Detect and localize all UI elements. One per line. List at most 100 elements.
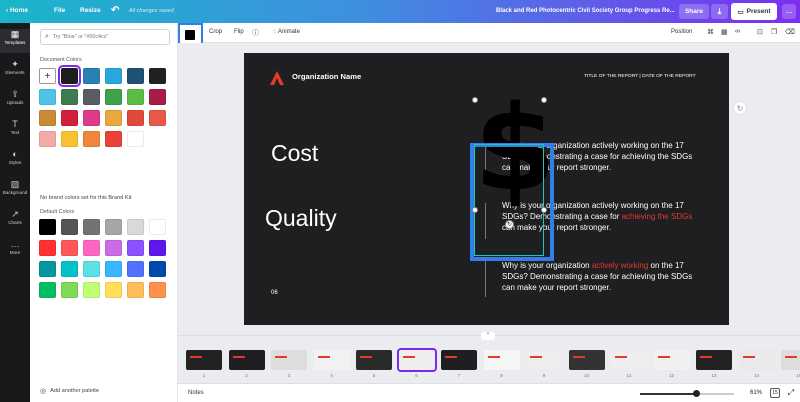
text-color-button[interactable] bbox=[178, 23, 203, 45]
color-swatch[interactable] bbox=[39, 261, 56, 277]
resize-handle-bottom-left[interactable] bbox=[472, 207, 478, 213]
color-swatch[interactable] bbox=[105, 261, 122, 277]
color-swatch[interactable] bbox=[105, 282, 122, 298]
color-swatch[interactable] bbox=[83, 110, 100, 126]
color-swatch[interactable] bbox=[127, 240, 144, 256]
color-swatch[interactable] bbox=[127, 131, 144, 147]
document-title[interactable]: Black and Red Photocentric Civil Society… bbox=[496, 8, 675, 14]
rail-item-charts[interactable]: ↗ Charts bbox=[0, 209, 30, 233]
zoom-percentage[interactable]: 61% bbox=[750, 390, 762, 396]
color-swatch[interactable] bbox=[127, 261, 144, 277]
rail-item-uploads[interactable]: ⇪ Uploads bbox=[0, 89, 30, 113]
info-icon[interactable]: ⓘ bbox=[252, 28, 259, 38]
color-swatch[interactable] bbox=[61, 131, 78, 147]
zoom-slider[interactable] bbox=[640, 390, 734, 397]
page-thumbnail[interactable] bbox=[441, 350, 477, 370]
rail-item-background[interactable]: ▨ Background bbox=[0, 179, 30, 203]
color-swatch[interactable] bbox=[83, 261, 100, 277]
more-options-button[interactable]: … bbox=[782, 4, 796, 19]
fullscreen-icon[interactable]: ⤢ bbox=[786, 388, 796, 398]
color-swatch[interactable] bbox=[83, 68, 100, 84]
page-count-button[interactable]: 15 bbox=[770, 388, 780, 398]
color-swatch[interactable] bbox=[61, 219, 78, 235]
color-swatch[interactable] bbox=[127, 282, 144, 298]
rail-item-elements[interactable]: ✦ Elements bbox=[0, 59, 30, 83]
resize-handle-top-left[interactable] bbox=[472, 97, 478, 103]
home-button[interactable]: ‹ Home bbox=[6, 7, 28, 14]
color-swatch[interactable] bbox=[83, 282, 100, 298]
color-swatch[interactable] bbox=[61, 110, 78, 126]
color-swatch[interactable] bbox=[149, 219, 166, 235]
color-swatch[interactable] bbox=[149, 110, 166, 126]
page-thumbnail[interactable] bbox=[653, 350, 690, 370]
color-swatch[interactable] bbox=[39, 282, 56, 298]
color-swatch[interactable] bbox=[39, 110, 56, 126]
paint-format-icon[interactable]: ⌘ bbox=[707, 28, 714, 36]
add-palette-button[interactable]: ◎ Add another palette bbox=[40, 387, 99, 395]
color-swatch[interactable] bbox=[39, 89, 56, 105]
rail-item-styles[interactable]: ◐ Styles bbox=[0, 149, 30, 173]
present-button[interactable]: ▭ Present bbox=[731, 3, 777, 20]
flip-button[interactable]: Flip bbox=[234, 29, 244, 35]
color-swatch[interactable] bbox=[149, 261, 166, 277]
color-search[interactable]: ⌕ bbox=[40, 29, 170, 45]
duplicate-icon[interactable]: ❐ bbox=[771, 28, 777, 36]
color-swatch[interactable] bbox=[61, 261, 78, 277]
color-swatch[interactable] bbox=[83, 240, 100, 256]
add-color-button[interactable]: + bbox=[39, 68, 56, 84]
color-swatch[interactable] bbox=[127, 219, 144, 235]
transparency-icon[interactable]: ▦ bbox=[721, 28, 728, 36]
page-thumbnail[interactable] bbox=[781, 350, 800, 370]
organization-name[interactable]: Organization Name bbox=[292, 72, 361, 81]
resize-handle-bottom-right[interactable] bbox=[541, 207, 547, 213]
color-search-input[interactable] bbox=[52, 34, 158, 40]
undo-icon[interactable]: ↶ bbox=[111, 5, 119, 16]
page-thumbnail[interactable] bbox=[396, 348, 437, 372]
zoom-slider-handle[interactable] bbox=[693, 390, 701, 397]
rail-item-more[interactable]: … More bbox=[0, 239, 30, 263]
download-icon[interactable]: ⤓ bbox=[711, 4, 728, 19]
color-swatch[interactable] bbox=[39, 219, 56, 235]
color-swatch[interactable] bbox=[105, 219, 122, 235]
cost-heading[interactable]: Cost bbox=[271, 140, 318, 167]
notes-button[interactable]: Notes bbox=[188, 390, 204, 396]
rail-item-text[interactable]: T Text bbox=[0, 119, 30, 143]
color-swatch[interactable] bbox=[149, 68, 166, 84]
link-icon[interactable]: ∞ bbox=[735, 28, 740, 35]
color-swatch[interactable] bbox=[149, 89, 166, 105]
color-swatch[interactable] bbox=[105, 240, 122, 256]
color-swatch[interactable] bbox=[58, 65, 81, 87]
page-thumbnail[interactable] bbox=[526, 350, 562, 370]
color-swatch[interactable] bbox=[127, 110, 144, 126]
color-swatch[interactable] bbox=[61, 240, 78, 256]
page-thumbnail[interactable] bbox=[696, 350, 732, 370]
rail-item-templates[interactable]: ▦ Templates bbox=[0, 29, 30, 53]
crop-button[interactable]: Crop bbox=[209, 29, 222, 35]
color-swatch[interactable] bbox=[149, 282, 166, 298]
color-swatch[interactable] bbox=[39, 240, 56, 256]
color-swatch[interactable] bbox=[83, 219, 100, 235]
rotate-handle-icon[interactable]: ↻ bbox=[505, 220, 514, 229]
color-swatch[interactable] bbox=[127, 89, 144, 105]
trash-icon[interactable]: ⌫ bbox=[785, 28, 795, 36]
color-swatch[interactable] bbox=[149, 240, 166, 256]
color-swatch[interactable] bbox=[105, 68, 122, 84]
color-swatch[interactable] bbox=[83, 131, 100, 147]
color-swatch[interactable] bbox=[105, 131, 122, 147]
lock-icon[interactable]: ⊡ bbox=[757, 28, 763, 36]
color-swatch[interactable] bbox=[61, 282, 78, 298]
color-swatch[interactable] bbox=[127, 68, 144, 84]
quality-heading[interactable]: Quality bbox=[265, 205, 337, 232]
page-thumbnail[interactable] bbox=[186, 350, 222, 370]
page-thumbnail[interactable] bbox=[228, 350, 265, 370]
color-swatch[interactable] bbox=[105, 89, 122, 105]
refresh-icon[interactable]: ↻ bbox=[733, 101, 747, 115]
page-thumbnail[interactable] bbox=[568, 350, 605, 370]
page-thumbnail[interactable] bbox=[356, 350, 392, 370]
animate-button[interactable]: ◌ Animate bbox=[273, 29, 300, 35]
page-thumbnail[interactable] bbox=[611, 350, 647, 370]
color-swatch[interactable] bbox=[83, 89, 100, 105]
paragraph-3[interactable]: Why is your organization actively workin… bbox=[502, 260, 702, 293]
page-thumbnail[interactable] bbox=[313, 350, 350, 370]
resize-handle-top-right[interactable] bbox=[541, 97, 547, 103]
